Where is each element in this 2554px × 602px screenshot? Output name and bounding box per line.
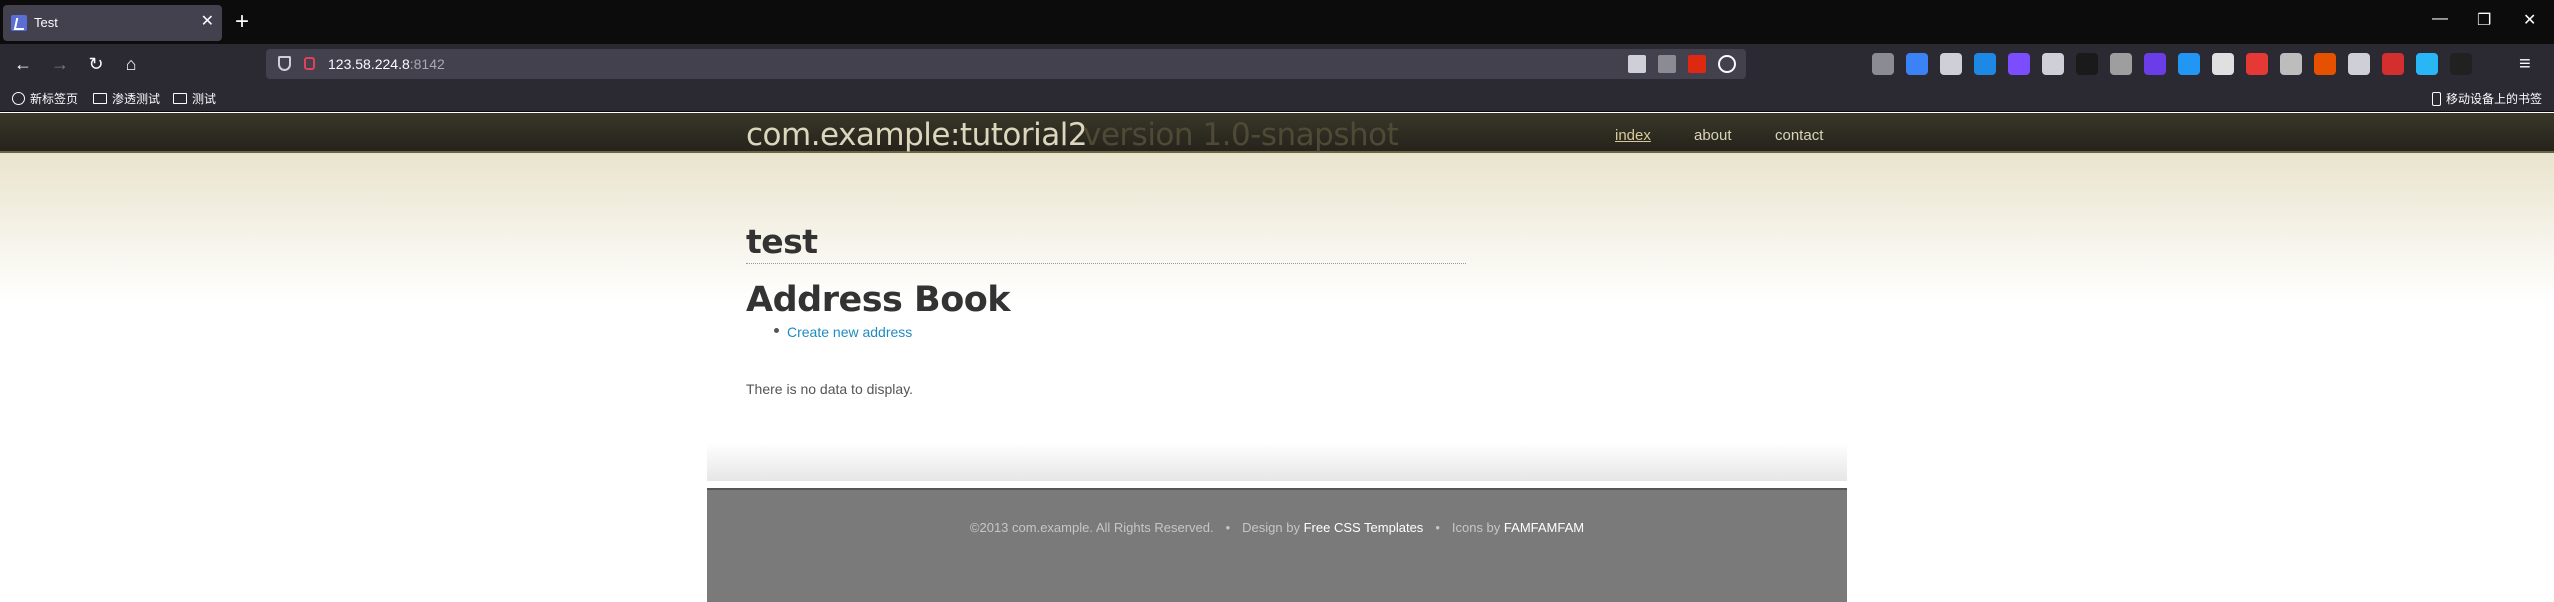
flag-icon[interactable]	[1688, 55, 1706, 73]
close-tab-icon[interactable]: ✕	[201, 13, 214, 31]
bookmark-label: 新标签页	[30, 92, 79, 106]
mobile-bookmarks[interactable]: 移动设备上的书签	[2432, 90, 2542, 107]
bookmark-star-icon[interactable]	[1718, 55, 1736, 73]
footer-fade	[707, 443, 1847, 481]
empty-message: There is no data to display.	[746, 381, 914, 397]
bookmark-folder-pentest[interactable]: 渗透测试	[93, 90, 160, 107]
navigation-toolbar: ← → ↻ ⌂ 123.58.224.8:8142 ≡	[0, 44, 2554, 84]
extension-icon[interactable]	[1906, 53, 1928, 75]
extension-icon[interactable]	[2008, 53, 2030, 75]
bookmark-new-tab[interactable]: 新标签页	[12, 90, 78, 107]
browser-tab[interactable]: Test ✕	[3, 5, 222, 41]
bookmark-label: 移动设备上的书签	[2446, 92, 2543, 106]
address-bar[interactable]: 123.58.224.8:8142	[266, 49, 1746, 79]
famfamfam-link[interactable]: FAMFAMFAM	[1504, 520, 1584, 535]
site-footer: ©2013 com.example. All Rights Reserved. •…	[707, 488, 1847, 602]
close-window-button[interactable]: ✕	[2523, 10, 2536, 30]
extension-icon[interactable]	[2042, 53, 2064, 75]
url-host: 123.58.224.8	[328, 56, 410, 72]
reload-icon[interactable]: ↻	[84, 52, 108, 76]
translate-icon[interactable]	[1658, 55, 1676, 73]
footer-separator: •	[1435, 520, 1440, 535]
site-version: version 1.0-snapshot	[1083, 117, 1399, 153]
tab-title: Test	[34, 15, 58, 30]
section-title: Address Book	[746, 280, 1011, 320]
extension-icon[interactable]	[2076, 53, 2098, 75]
extension-icon[interactable]	[2314, 53, 2336, 75]
bookmark-label: 渗透测试	[112, 92, 161, 106]
extension-icon[interactable]	[2110, 53, 2132, 75]
forward-icon[interactable]: →	[48, 52, 72, 76]
footer-copyright: ©2013 com.example. All Rights Reserved.	[969, 520, 1214, 535]
folder-icon	[173, 93, 187, 104]
restore-window-button[interactable]: ❐	[2477, 10, 2491, 30]
site-header: com.example:tutorial2 version 1.0-snapsh…	[0, 113, 2554, 153]
app-menu-icon[interactable]: ≡	[2519, 53, 2531, 75]
tracking-protection-icon[interactable]	[278, 56, 291, 71]
footer-text: ©2013 com.example. All Rights Reserved. •…	[707, 520, 1847, 535]
extension-icon[interactable]	[2144, 53, 2166, 75]
menu-index[interactable]: index	[1615, 127, 1651, 144]
bookmarks-bar: 新标签页 渗透测试 测试 移动设备上的书签	[0, 84, 2554, 112]
extension-icon[interactable]	[1872, 53, 1894, 75]
extension-icon[interactable]	[2178, 53, 2200, 75]
address-bar-actions	[1628, 55, 1736, 73]
extension-icon[interactable]	[2382, 53, 2404, 75]
extension-icon[interactable]	[1974, 53, 1996, 75]
url-port: :8142	[409, 56, 445, 72]
bookmark-folder-test[interactable]: 测试	[173, 90, 216, 107]
footer-icons-by: Icons by	[1451, 520, 1501, 535]
new-tab-button[interactable]: +	[235, 9, 249, 35]
extensions-toolbar	[1872, 53, 2472, 75]
footer-separator: •	[1225, 520, 1231, 535]
home-icon[interactable]: ⌂	[119, 52, 143, 76]
extension-icon[interactable]	[2416, 53, 2438, 75]
extension-icon[interactable]	[2212, 53, 2234, 75]
list-bullet	[774, 328, 779, 333]
page-favicon-icon	[11, 15, 27, 31]
extension-icon[interactable]	[2246, 53, 2268, 75]
back-icon[interactable]: ←	[11, 52, 35, 76]
extension-icon[interactable]	[2348, 53, 2370, 75]
site-logo[interactable]: com.example:tutorial2	[746, 117, 1088, 153]
mobile-icon	[2432, 91, 2441, 106]
web-page: com.example:tutorial2 version 1.0-snapsh…	[0, 113, 2554, 602]
menu-contact[interactable]: contact	[1775, 127, 1823, 144]
extension-icon[interactable]	[1940, 53, 1962, 75]
free-css-templates-link[interactable]: Free CSS Templates	[1304, 520, 1424, 535]
menu-about[interactable]: about	[1694, 127, 1732, 144]
extension-icon[interactable]	[2450, 53, 2472, 75]
bookmark-label: 测试	[192, 92, 217, 106]
url-text[interactable]: 123.58.224.8:8142	[328, 56, 445, 72]
create-address-link[interactable]: Create new address	[787, 324, 912, 340]
qr-code-icon[interactable]	[1628, 55, 1646, 73]
folder-icon	[93, 93, 107, 104]
globe-icon	[12, 92, 25, 105]
footer-design-by: Design by	[1242, 520, 1300, 535]
minimize-window-button[interactable]: —	[2432, 10, 2448, 28]
page-title: test	[746, 222, 1466, 264]
insecure-connection-icon[interactable]	[304, 57, 315, 70]
tab-strip: Test ✕ + — ❐ ✕	[0, 0, 2554, 44]
extension-icon[interactable]	[2280, 53, 2302, 75]
